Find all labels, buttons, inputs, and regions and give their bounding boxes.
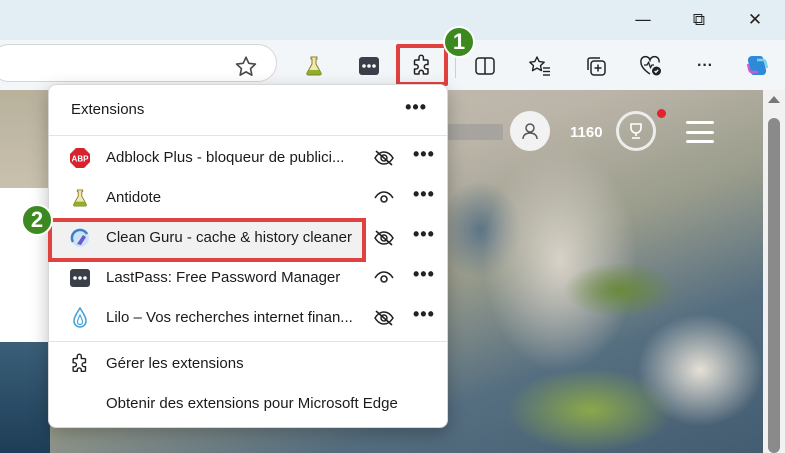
notification-dot <box>657 109 666 118</box>
scroll-up-arrow-icon[interactable] <box>768 96 780 103</box>
copilot-icon <box>746 56 769 75</box>
page-scrollbar[interactable] <box>763 90 785 453</box>
extension-more-button[interactable]: ••• <box>413 304 435 325</box>
popup-title: Extensions <box>71 101 145 118</box>
extension-name: Lilo – Vos recherches internet finan... <box>106 309 353 326</box>
copilot-button[interactable] <box>742 51 772 81</box>
minimize-button[interactable]: — <box>620 6 666 34</box>
browser-toolbar: ··· <box>0 40 785 90</box>
extension-row-antidote[interactable]: Antidote ••• <box>49 178 447 218</box>
minimize-icon: — <box>634 10 652 30</box>
split-screen-button[interactable] <box>470 51 500 81</box>
divider <box>49 135 447 136</box>
clean-guru-icon <box>69 227 91 249</box>
extension-row-clean-guru[interactable]: Clean Guru - cache & history cleaner ••• <box>49 218 447 258</box>
hidden-eye-icon[interactable] <box>373 148 395 168</box>
step-1-badge: 1 <box>443 26 475 58</box>
scroll-thumb[interactable] <box>768 118 780 453</box>
redacted-text-bar <box>448 124 503 140</box>
lastpass-toolbar-button[interactable] <box>354 51 384 81</box>
extension-name: Antidote <box>106 189 162 206</box>
get-extensions-item[interactable]: Obtenir des extensions pour Microsoft Ed… <box>49 386 447 422</box>
extensions-popup: Extensions ••• ABP Adblock Plus - bloque… <box>48 84 448 428</box>
side-photo-bottom <box>0 342 50 453</box>
extension-name: LastPass: Free Password Manager <box>106 269 341 286</box>
antidote-icon <box>306 56 322 76</box>
favorite-star-icon[interactable] <box>233 54 259 80</box>
hidden-eye-icon[interactable] <box>373 308 395 328</box>
rewards-score[interactable]: 1160 <box>570 124 603 141</box>
extensions-button-highlight <box>396 44 448 86</box>
split-screen-icon <box>475 57 495 75</box>
antidote-toolbar-button[interactable] <box>299 51 329 81</box>
lastpass-icon <box>359 57 379 75</box>
extension-more-button[interactable]: ••• <box>413 264 435 285</box>
visible-eye-icon[interactable] <box>373 268 395 288</box>
get-extensions-label: Obtenir des extensions pour Microsoft Ed… <box>106 395 398 412</box>
restore-icon: ⧉ <box>692 10 706 30</box>
extension-row-lilo[interactable]: Lilo – Vos recherches internet finan... … <box>49 298 447 338</box>
antidote-flask-icon <box>69 187 91 209</box>
close-icon: ✕ <box>747 10 763 30</box>
extension-more-button[interactable]: ••• <box>413 144 435 165</box>
trophy-icon <box>630 123 642 139</box>
svg-text:ABP: ABP <box>72 155 90 164</box>
hamburger-menu-icon[interactable] <box>686 121 714 143</box>
step-2-badge: 2 <box>21 204 53 236</box>
divider <box>49 341 447 342</box>
extension-row-lastpass[interactable]: LastPass: Free Password Manager ••• <box>49 258 447 298</box>
title-bar: — ⧉ ✕ <box>0 0 785 40</box>
popup-more-button[interactable]: ••• <box>405 97 427 118</box>
extension-row-adblock-plus[interactable]: ABP Adblock Plus - bloqueur de publici..… <box>49 138 447 178</box>
more-icon: ··· <box>697 57 713 74</box>
manage-extensions-item[interactable]: Gérer les extensions <box>49 346 447 382</box>
extension-more-button[interactable]: ••• <box>413 224 435 245</box>
lastpass-icon <box>69 267 91 289</box>
visible-eye-icon[interactable] <box>373 188 395 208</box>
user-icon <box>522 123 538 140</box>
more-button[interactable]: ··· <box>690 51 720 81</box>
collections-icon <box>587 57 606 76</box>
collections-button[interactable] <box>581 51 611 81</box>
hidden-eye-icon[interactable] <box>373 228 395 248</box>
manage-extensions-label: Gérer les extensions <box>106 355 244 372</box>
extension-more-button[interactable]: ••• <box>413 184 435 205</box>
browser-essentials-button[interactable] <box>636 51 666 81</box>
extension-name: Clean Guru - cache & history cleaner <box>106 229 352 246</box>
extension-name: Adblock Plus - bloqueur de publici... <box>106 149 345 166</box>
restore-button[interactable]: ⧉ <box>676 6 722 34</box>
user-avatar[interactable] <box>510 111 550 151</box>
side-photo-top <box>0 90 50 188</box>
favorites-icon <box>529 56 550 76</box>
extensions-puzzle-icon <box>72 353 87 373</box>
lilo-drop-icon <box>69 307 91 329</box>
rewards-button[interactable] <box>616 111 656 151</box>
browser-essentials-icon <box>640 55 661 76</box>
close-window-button[interactable]: ✕ <box>732 6 778 34</box>
favorites-button[interactable] <box>525 51 555 81</box>
adblock-plus-icon: ABP <box>69 147 91 169</box>
